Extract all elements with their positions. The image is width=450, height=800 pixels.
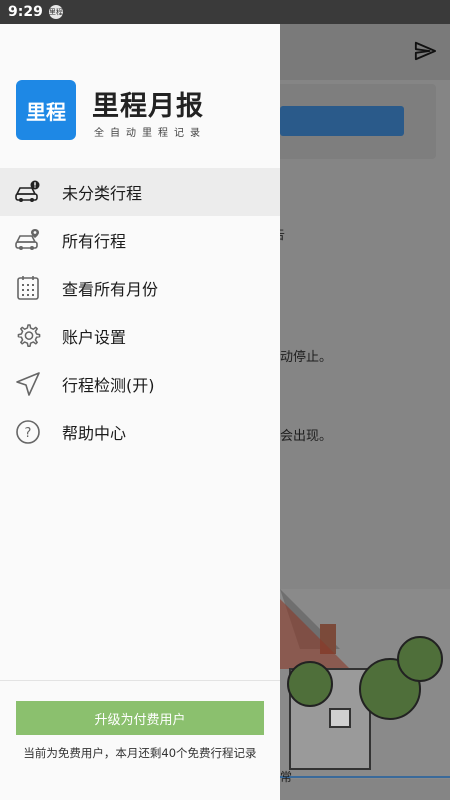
drawer-menu: 未分类行程 所有行程 查看所有月份 账户设置 行程检测(开) ? 帮助中心 [0, 168, 280, 456]
calendar-icon [14, 274, 42, 302]
navigation-drawer: 里程 里程月报 全自动里程记录 未分类行程 所有行程 查看所有月份 账户设置 行… [0, 24, 280, 800]
menu-item-all-months[interactable]: 查看所有月份 [0, 264, 280, 312]
menu-item-label: 账户设置 [62, 328, 127, 347]
menu-item-account-settings[interactable]: 账户设置 [0, 312, 280, 360]
background-text: 动停止。 [280, 350, 333, 365]
menu-item-all-trips[interactable]: 所有行程 [0, 216, 280, 264]
free-quota-note: 当前为免费用户，本月还剩40个免费行程记录 [23, 746, 257, 760]
status-time: 9:29 [8, 4, 43, 20]
house-illustration-icon [280, 589, 443, 770]
gear-icon [14, 322, 42, 350]
send-icon [414, 41, 436, 61]
app-subtitle: 全自动里程记录 [94, 128, 206, 139]
svg-text:?: ? [25, 426, 32, 441]
upgrade-button[interactable]: 升级为付费用户 [16, 701, 264, 735]
drawer-header: 里程 里程月报 全自动里程记录 [0, 24, 280, 174]
app-name: 里程月报 [92, 91, 204, 122]
navigation-icon [14, 370, 42, 398]
menu-item-help-center[interactable]: ? 帮助中心 [0, 408, 280, 456]
menu-item-trip-detection[interactable]: 行程检测(开) [0, 360, 280, 408]
car-location-icon [14, 226, 42, 254]
menu-item-label: 帮助中心 [62, 424, 127, 443]
car-alert-icon [14, 178, 42, 206]
menu-item-label: 行程检测(开) [62, 376, 155, 395]
background-divider [280, 776, 450, 778]
drawer-footer-divider [0, 680, 280, 681]
menu-item-uncategorized-trips[interactable]: 未分类行程 [0, 168, 280, 216]
background-text: 会出现。 [280, 429, 333, 444]
background-text: 常 [280, 770, 293, 784]
status-bar: 9:29 里程 [0, 0, 450, 24]
notification-badge-icon: 里程 [48, 5, 63, 19]
help-icon: ? [14, 418, 42, 446]
background-card [270, 84, 436, 159]
menu-item-label: 所有行程 [62, 232, 127, 251]
menu-item-label: 未分类行程 [62, 184, 143, 203]
background-illustration [280, 589, 450, 779]
menu-item-label: 查看所有月份 [62, 280, 159, 299]
background-card-button [280, 106, 404, 136]
app-logo: 里程 [16, 80, 76, 140]
